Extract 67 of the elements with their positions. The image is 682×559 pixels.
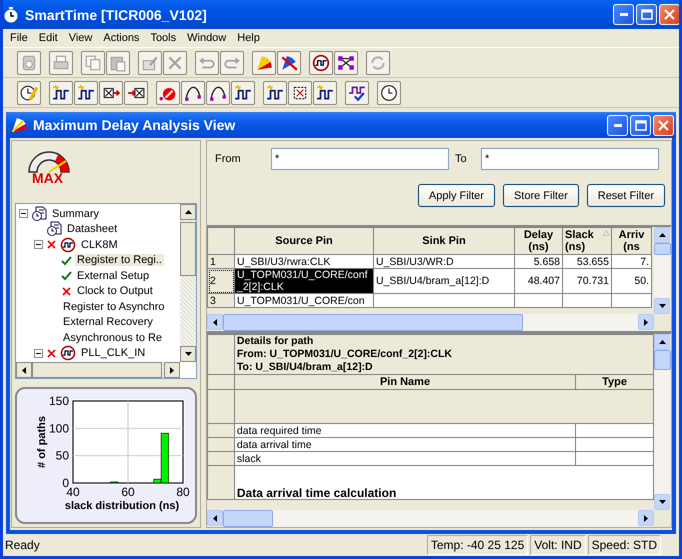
column-header[interactable]: Arriv (ns [612, 228, 652, 254]
section-heading: Data arrival time calculation [234, 466, 654, 500]
column-header[interactable]: Source Pin [234, 228, 374, 254]
table-cell: U_TOPM031/U_CORE/conf_2[2]:CLK [234, 268, 374, 294]
table-cell: U_SBI/U4/bram_a[12]:D [374, 268, 514, 294]
tree-item[interactable]: PLL_CLK_IN [79, 347, 148, 360]
menu-item[interactable]: View [64, 32, 98, 44]
logo-label: MAX [32, 170, 64, 186]
table-cell: data arrival time [234, 438, 576, 452]
menu-item[interactable]: Actions [98, 32, 146, 44]
row-header[interactable]: 3 [208, 294, 234, 308]
table-cell: 5.658 [514, 254, 562, 268]
table-cell: U_SBI/U3/rwra:CLK [234, 254, 374, 268]
y-tick-label: 100 [48, 421, 69, 436]
status-pane: Temp: -40 25 125 [426, 535, 528, 555]
tree-item[interactable]: CLK8M [79, 238, 120, 251]
table-cell: U_TOPM031/U_CORE/con [234, 294, 374, 308]
y-tick-label: 50 [56, 448, 69, 463]
status-message: Ready [5, 538, 41, 552]
column-header[interactable]: Pin Name [234, 374, 576, 390]
table-cell: 50. [612, 268, 652, 294]
field-label: From [215, 153, 242, 165]
column-header[interactable]: Delay (ns) [514, 228, 562, 254]
y-tick-label: 0 [62, 476, 69, 490]
to-field[interactable]: * [481, 148, 659, 170]
path-details-title: From: U_TOPM031/U_CORE/conf_2[2]:CLK [236, 348, 453, 361]
menu-item[interactable]: Edit [34, 32, 64, 44]
menu-item[interactable]: Help [232, 32, 266, 44]
window-title: SmartTime [TICR006_V102] [25, 6, 208, 22]
window-title: Maximum Delay Analysis View [33, 117, 236, 133]
tree-item[interactable]: Register to Asynchro [61, 300, 166, 313]
field-label: To [455, 153, 468, 165]
x-axis-title: slack distribution (ns) [64, 500, 180, 512]
from-field[interactable]: * [271, 148, 449, 170]
y-axis-title: # of paths [36, 416, 48, 468]
table-cell: slack [234, 452, 576, 466]
column-header[interactable]: Type [576, 374, 654, 390]
tree-item[interactable]: Summary [50, 208, 102, 220]
tree-item[interactable]: Clock to Output [75, 285, 155, 298]
column-header[interactable]: Slack (ns) [562, 228, 612, 254]
path-details-title: To: U_SBI/U4/bram_a[12]:D [236, 361, 374, 374]
y-tick-label: 150 [48, 394, 69, 408]
tree-item[interactable]: Register to Regi.. [75, 254, 164, 266]
status-pane: Speed: STD [588, 535, 661, 555]
column-header[interactable]: Sink Pin [374, 228, 514, 254]
table-cell: 70.731 [562, 268, 612, 294]
menu-item[interactable]: File [5, 32, 34, 44]
tree-item[interactable]: Datasheet [65, 223, 120, 236]
x-tick-label: 80 [176, 485, 190, 499]
filter-button[interactable]: Store Filter [502, 184, 579, 207]
menu-item[interactable]: Window [182, 32, 232, 44]
filter-button[interactable]: Apply Filter [418, 184, 495, 207]
menu-item[interactable]: Tools [145, 32, 182, 44]
tree-item[interactable]: Asynchronous to Re [61, 332, 164, 344]
tree-item[interactable]: External Recovery [61, 316, 155, 328]
filter-button[interactable]: Reset Filter [586, 184, 665, 207]
x-tick-label: 60 [121, 485, 135, 499]
path-details-title: Details for path [236, 336, 314, 348]
row-header[interactable]: 2 [208, 268, 234, 294]
table-cell: 7. [612, 254, 652, 268]
table-cell: U_SBI/U3/WR:D [374, 254, 514, 268]
table-cell: 48.407 [514, 268, 562, 294]
table-cell: 53.655 [562, 254, 612, 268]
row-header[interactable]: 1 [208, 254, 234, 268]
tree-item[interactable]: External Setup [75, 270, 152, 282]
table-cell: data required time [234, 424, 576, 438]
status-pane: Volt: IND [530, 535, 586, 555]
